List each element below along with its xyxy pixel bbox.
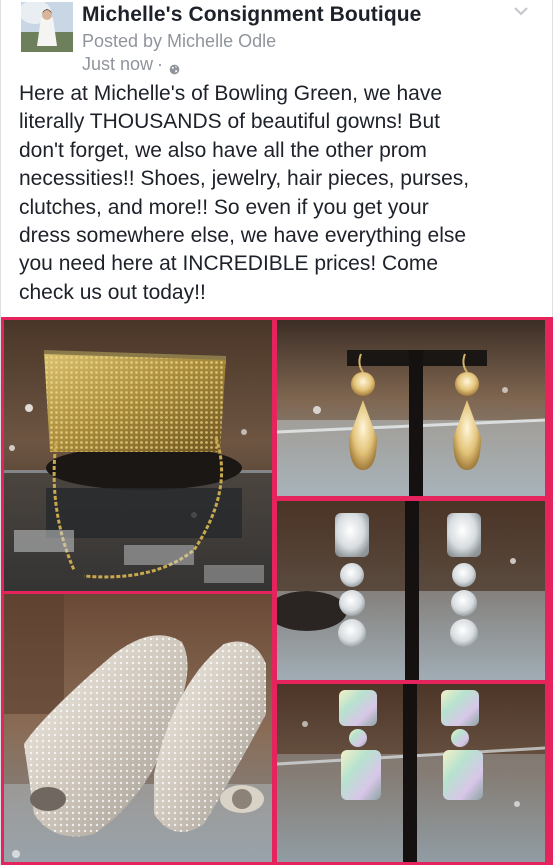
posted-by: Posted by Michelle Odle xyxy=(82,31,277,51)
message-line: you need here at INCREDIBLE prices! Come xyxy=(19,252,439,276)
post-message: Here at Michelle's of Bowling Green, we … xyxy=(19,80,539,307)
photo-iridescent-earrings[interactable] xyxy=(277,684,545,862)
message-line: dress somewhere else, we have everything… xyxy=(19,224,467,248)
chevron-down-icon[interactable] xyxy=(512,4,530,18)
message-line: don't forget, we also have all the other… xyxy=(19,138,427,162)
page-avatar[interactable] xyxy=(21,2,73,52)
message-line: clutches, and more!! So even if you get … xyxy=(19,195,429,219)
post-meta: Just now · xyxy=(82,54,180,75)
message-line: literally THOUSANDS of beautiful gowns! … xyxy=(19,110,440,134)
page-name[interactable]: Michelle's Consignment Boutique xyxy=(82,3,421,27)
photo-rhinestone-heels[interactable] xyxy=(4,594,272,862)
message-line: Here at Michelle's of Bowling Green, we … xyxy=(19,82,443,105)
photo-collage xyxy=(1,317,553,865)
message-line: necessities!! Shoes, jewelry, hair piece… xyxy=(19,167,470,191)
facebook-post: Michelle's Consignment Boutique Posted b… xyxy=(0,0,553,865)
globe-icon[interactable] xyxy=(169,59,180,75)
photo-clear-earrings[interactable] xyxy=(277,501,545,680)
meta-separator: · xyxy=(157,54,164,74)
post-timestamp[interactable]: Just now xyxy=(82,54,153,75)
photo-gold-earrings[interactable] xyxy=(277,320,545,496)
message-line: check us out today!! xyxy=(19,280,206,304)
avatar-photo xyxy=(21,2,73,52)
photo-gold-clutch[interactable] xyxy=(4,320,272,591)
